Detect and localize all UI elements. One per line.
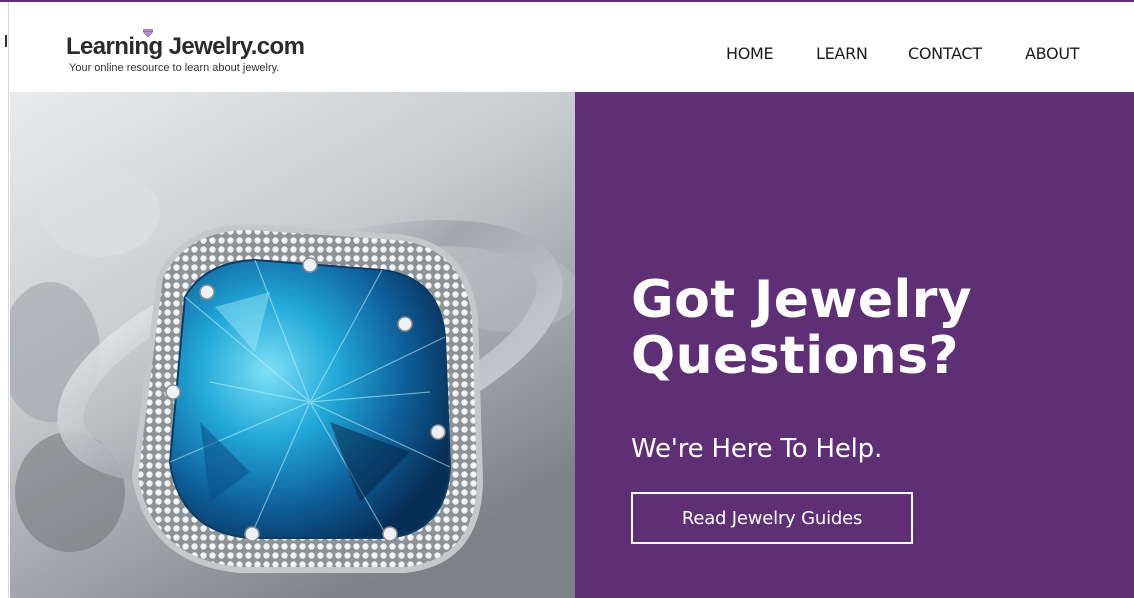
hero-gemstone-ring-image <box>10 92 575 598</box>
gemstone-ring-illustration <box>10 92 575 598</box>
left-edge <box>0 2 9 598</box>
nav-item-about[interactable]: ABOUT <box>1025 44 1080 63</box>
cursor-marker <box>5 35 7 47</box>
hero-title: Got Jewelry Questions? <box>631 270 973 386</box>
main-nav: HOME LEARN CONTACT ABOUT <box>10 44 1134 68</box>
site-header: Learning Jewelry.com Your online resourc… <box>10 2 1134 92</box>
page: Learning Jewelry.com Your online resourc… <box>0 0 1134 598</box>
read-jewelry-guides-button[interactable]: Read Jewelry Guides <box>631 492 913 544</box>
nav-item-learn[interactable]: LEARN <box>816 44 868 63</box>
hero-panel: Got Jewelry Questions? We're Here To Hel… <box>575 92 1134 598</box>
hero-subtitle: We're Here To Help. <box>631 434 883 464</box>
nav-item-home[interactable]: HOME <box>726 44 774 63</box>
nav-item-contact[interactable]: CONTACT <box>908 44 982 63</box>
